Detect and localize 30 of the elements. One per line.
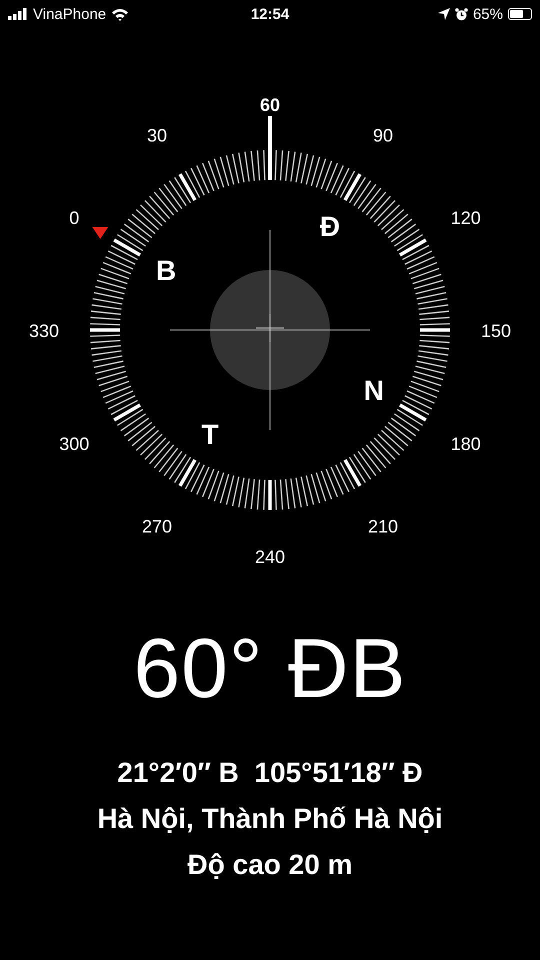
degree-label: 60 <box>260 95 280 115</box>
place-name: Hà Nội, Thành Phố Hà Nội <box>97 803 443 835</box>
clock-time: 12:54 <box>250 6 290 22</box>
wifi-icon <box>111 8 130 20</box>
heading-reading: 60° ĐB <box>133 620 407 717</box>
degree-label: 0 <box>69 208 80 228</box>
battery-icon <box>508 8 532 20</box>
degree-label: 120 <box>450 208 481 228</box>
degree-label: 270 <box>142 516 172 537</box>
north-marker <box>92 227 108 239</box>
signal-icon <box>8 8 28 20</box>
cardinal-letter: T <box>201 418 219 450</box>
degree-label: 180 <box>450 434 481 454</box>
location-arrow-icon <box>438 8 450 20</box>
degree-label: 30 <box>146 125 168 146</box>
cardinal-letter: Đ <box>320 211 340 242</box>
alarm-icon <box>454 8 468 20</box>
degree-label: 300 <box>59 434 90 454</box>
carrier-name: VinaPhone <box>33 6 106 22</box>
degree-label: 150 <box>480 321 512 341</box>
degree-label: 210 <box>368 516 398 537</box>
heading-line <box>268 116 272 180</box>
altitude: Độ cao 20 m <box>188 849 352 881</box>
battery-percent: 65% <box>472 6 503 22</box>
degree-label: 240 <box>254 547 286 567</box>
cardinal-letter: B <box>156 255 176 286</box>
coordinates: 21°2′0″ B 105°51′18″ Đ <box>117 757 423 789</box>
degree-label: 90 <box>372 125 394 146</box>
cardinal-letter: N <box>364 375 384 406</box>
degree-label: 330 <box>28 321 60 341</box>
